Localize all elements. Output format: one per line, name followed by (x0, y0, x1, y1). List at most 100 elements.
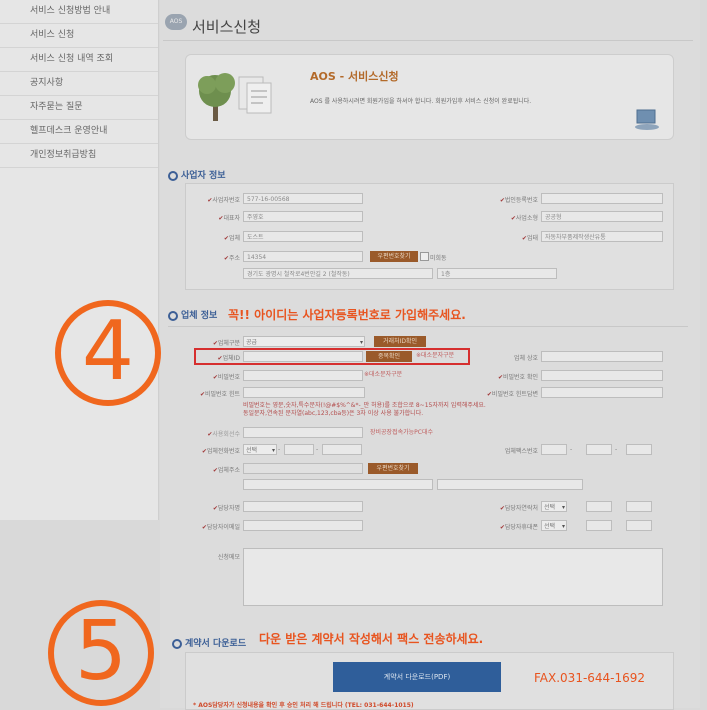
aos-logo-icon: AOS (165, 14, 187, 30)
company-address2-field[interactable] (437, 479, 583, 490)
fax-number: FAX.031-644-1692 (534, 671, 646, 685)
divider (168, 326, 688, 327)
manager-phone-mid-field[interactable] (586, 501, 612, 512)
manager-name-label: ✔담당자명 (212, 505, 240, 512)
biz-item-label: ✔업태 (521, 235, 538, 242)
biz-type-label: ✔사업소형 (510, 215, 538, 222)
fax-area-field[interactable] (541, 444, 567, 455)
hint-answer-label: ✔비밀번호 힌트답변 (486, 391, 538, 398)
address1-field[interactable]: 경기도 광명시 철작로4번안길 2 (철작동) (243, 268, 433, 279)
corp-no-label: ✔법인등록번호 (499, 197, 538, 204)
sidebar-nav: 서비스 신청방법 안내 서비스 신청 서비스 신청 내역 조회 공지사항 자주묻… (0, 0, 159, 520)
manager-email-label: ✔담당자이메일 (201, 524, 240, 531)
company-name-field[interactable] (541, 351, 663, 362)
dash-separator: - (316, 446, 319, 453)
manager-email-field[interactable] (243, 520, 363, 531)
line-count-label: ✔사용회선수 (207, 431, 240, 438)
bullet-icon (168, 170, 178, 181)
memo-textarea[interactable] (243, 548, 663, 606)
contract-notice: 다운 받은 계약서 작성해서 팩스 전송하세요. (259, 632, 484, 646)
id-duplicate-check-button[interactable]: 중복확인 (366, 351, 412, 362)
contract-download-button[interactable]: 계약서 다운로드(PDF) (333, 662, 501, 692)
bullet-icon (172, 638, 182, 649)
password-label: ✔비밀번호 (212, 374, 240, 381)
phone-mid-field[interactable] (284, 444, 314, 455)
zip-search-button[interactable]: 우편번호찾기 (370, 251, 418, 262)
line-count-field[interactable] (243, 427, 363, 438)
partner-id-check-button[interactable]: 거래처ID확인 (374, 336, 426, 347)
password-case-hint: ※대소문자구분 (364, 371, 403, 378)
biz-no-field[interactable]: 577-16-00568 (243, 193, 363, 204)
password-hint-field[interactable] (243, 387, 365, 398)
sidebar-item-apply[interactable]: 서비스 신청 (0, 24, 158, 48)
contract-section-title: 계약서 다운로드 (172, 636, 246, 649)
manager-mobile-mid-field[interactable] (586, 520, 612, 531)
sidebar-item-notice[interactable]: 공지사항 (0, 72, 158, 96)
divider (163, 40, 693, 41)
computer-icon (635, 109, 659, 130)
bullet-icon (168, 310, 178, 321)
manager-name-field[interactable] (243, 501, 363, 512)
biz-item-field[interactable]: 자동차부품제작생산유통 (541, 231, 663, 242)
dash-separator: - (570, 446, 573, 453)
biz-type-field[interactable]: 공공형 (541, 211, 663, 222)
company-id-field[interactable] (243, 351, 363, 362)
rep-name-field[interactable]: 주영호 (243, 211, 363, 222)
rep-name-label: ✔대표자 (218, 215, 240, 222)
business-section-title: 사업자 정보 (168, 168, 226, 181)
password-confirm-field[interactable] (541, 370, 663, 381)
sidebar-item-faq[interactable]: 자주묻는 질문 (0, 96, 158, 120)
checkbox[interactable] (420, 252, 429, 261)
company-zip-field[interactable] (243, 463, 363, 474)
manager-phone-label: ✔담당자연락처 (499, 505, 538, 512)
memo-label: 신청메모 (217, 554, 240, 561)
step-4-annotation: 4 (55, 300, 161, 406)
phone-area-select[interactable]: 선택 (243, 444, 277, 456)
manager-mobile-select[interactable]: 선택 (541, 520, 567, 532)
manager-phone-select[interactable]: 선택 (541, 501, 567, 513)
company-zip-search-button[interactable]: 우편번호찾기 (368, 463, 418, 474)
password-rule-note-2: 동일문자,연속된 문자열(abc,123,cba등)은 3자 이상 사용 불가합… (243, 410, 424, 417)
contract-footer-note: * AOS담당자가 신청내용을 확인 후 승인 처리 해 드립니다 (TEL: … (193, 702, 414, 709)
company-field[interactable]: 도스트 (243, 231, 363, 242)
banner-title: AOS - 서비스신청 (310, 70, 399, 83)
address-label: ✔주소 (223, 255, 240, 262)
biz-no-label: ✔사업자번호 (207, 197, 240, 204)
company-type-select[interactable]: 공급 (243, 336, 365, 348)
sidebar-item-guide[interactable]: 서비스 신청방법 안내 (0, 0, 158, 24)
hint-answer-field[interactable] (541, 387, 663, 398)
password-hint-label: ✔비밀번호 힌트 (199, 391, 240, 398)
sidebar-item-history[interactable]: 서비스 신청 내역 조회 (0, 48, 158, 72)
sidebar-item-helpdesk[interactable]: 헬프데스크 운영안내 (0, 120, 158, 144)
manager-mobile-last-field[interactable] (626, 520, 652, 531)
company-section-title: 업체 정보 (168, 308, 217, 321)
id-case-hint: ※대소문자구분 (416, 352, 455, 359)
company-phone-label: ✔업체전화번호 (201, 448, 240, 455)
step-5-annotation: 5 (48, 600, 154, 706)
fax-last-field[interactable] (626, 444, 652, 455)
dash-separator: - (615, 446, 618, 453)
company-id-label: ✔업체ID (217, 355, 240, 362)
company-address1-field[interactable] (243, 479, 433, 490)
manager-phone-last-field[interactable] (626, 501, 652, 512)
corp-no-field[interactable] (541, 193, 663, 204)
phone-last-field[interactable] (322, 444, 362, 455)
tree-icon (198, 73, 272, 121)
company-address-label: ✔업체주소 (212, 467, 240, 474)
sidebar-item-privacy[interactable]: 개인정보취급방침 (0, 144, 158, 168)
company-type-label: ✔업체구분 (212, 340, 240, 347)
password-confirm-label: ✔비밀번호 확인 (497, 374, 538, 381)
password-field[interactable] (243, 370, 363, 381)
checkbox-label: 미희동 (430, 255, 447, 262)
page-title: 서비스신청 (192, 18, 262, 36)
company-name-label: 업체 상호 (514, 355, 538, 362)
company-fax-label: 업체팩스번호 (504, 448, 538, 455)
fax-mid-field[interactable] (586, 444, 612, 455)
id-notice: 꼭!! 아이디는 사업자등록번호로 가입해주세요. (228, 308, 466, 322)
password-rule-note: 비밀번호는 영문,숫자,특수문자(!@#$%^&*-_만 허용)를 조합으로 8… (243, 402, 486, 409)
zip-field[interactable]: 14354 (243, 251, 363, 262)
address2-field[interactable]: 1층 (437, 268, 557, 279)
line-count-note: 장비공장접속가능PC대수 (370, 429, 434, 436)
company-label: ✔업체 (223, 235, 240, 242)
manager-mobile-label: ✔담당자휴대폰 (499, 524, 538, 531)
